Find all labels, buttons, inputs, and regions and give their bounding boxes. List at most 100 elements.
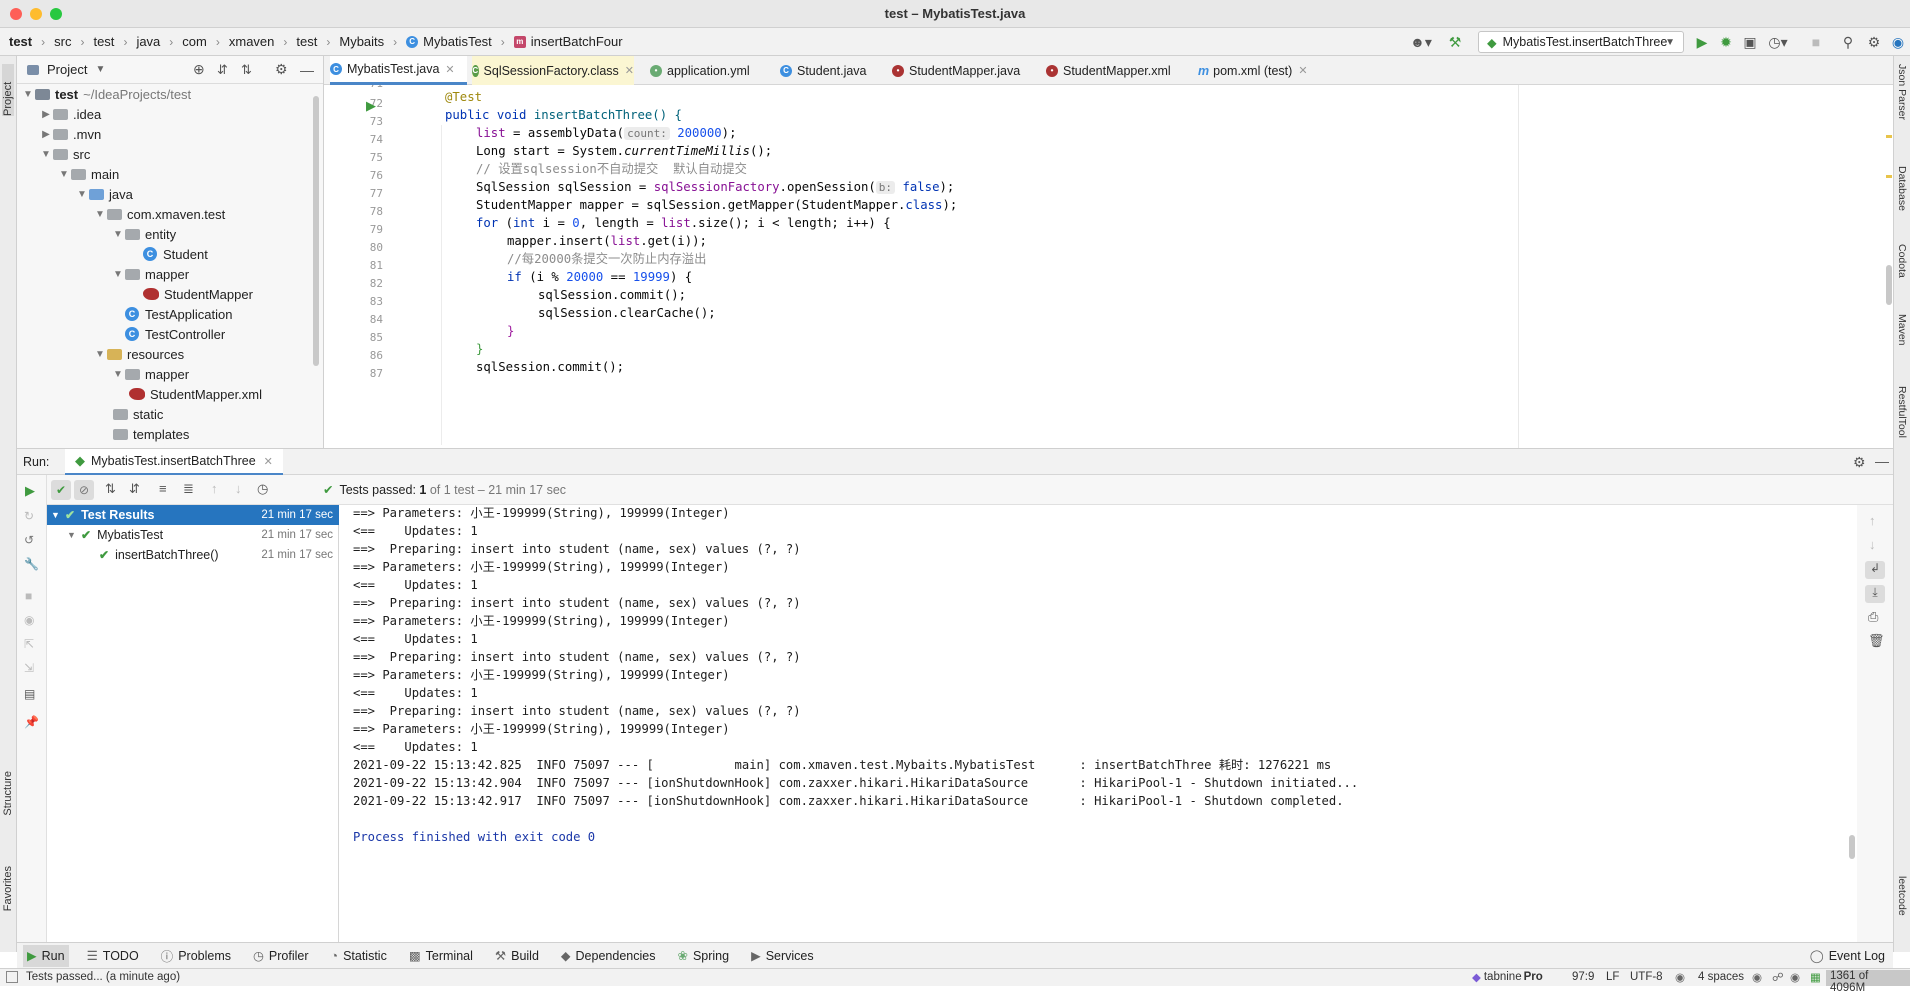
tree-node[interactable]: StudentMapper — [143, 284, 253, 304]
tree-node[interactable]: ▼ mapper — [111, 264, 189, 284]
tab-sqlsessionfactory-class[interactable]: C SqlSessionFactory.class ✕ — [472, 56, 634, 85]
build-hammer-icon[interactable]: ⚒ — [1444, 31, 1466, 53]
inspection-widget[interactable]: ⚠ 5 ✔1 ⌃ ⌄ — [1798, 85, 1884, 87]
tree-node[interactable]: static — [113, 404, 163, 424]
next-failed-icon[interactable]: ↓ — [235, 481, 242, 496]
tab-application-yml[interactable]: • application.yml — [650, 56, 784, 85]
stop-icon[interactable]: ■ — [1806, 31, 1826, 53]
locate-file-icon[interactable]: ⊕ — [193, 61, 205, 78]
breadcrumb-item[interactable]: m insertBatchFour — [513, 34, 623, 49]
indent-setting[interactable]: 4 spaces — [1698, 971, 1744, 983]
plugin-icon[interactable]: ◉ — [1888, 31, 1908, 53]
statistic-tool-tab[interactable]: ◔ Statistic — [327, 945, 391, 967]
code-editor[interactable]: 71 72 73 74 75 76 77 78 79 80 81 82 83 8… — [324, 85, 1893, 448]
profile-icon[interactable]: ◷▾ — [1764, 31, 1792, 53]
collapse-all-icon[interactable]: ⇅ — [241, 62, 252, 78]
debug-icon[interactable]: ✹ — [1716, 31, 1736, 53]
breadcrumb-item[interactable]: Mybaits — [339, 34, 384, 49]
export-icon[interactable]: ⇱ — [24, 637, 34, 651]
import-icon[interactable]: ⇲ — [24, 661, 34, 675]
stop-icon[interactable]: ■ — [25, 589, 32, 603]
line-separator[interactable]: LF — [1606, 971, 1619, 983]
trash-icon[interactable]: 🗑 — [1868, 633, 1885, 649]
settings-gear-icon[interactable]: ⚙ — [1864, 31, 1884, 53]
git-icon[interactable]: ☍ — [1772, 970, 1784, 984]
breadcrumb-item[interactable]: test — [9, 34, 32, 49]
event-log-tool-tab[interactable]: ◯ Event Log — [1806, 945, 1889, 967]
maven-tool-tab[interactable]: Maven — [1896, 314, 1908, 346]
console-scrollbar[interactable] — [1849, 835, 1855, 859]
tab-run-config[interactable]: ◆ MybatisTest.insertBatchThree ✕ — [65, 449, 283, 476]
expand-all-icon[interactable]: ⇵ — [217, 62, 228, 78]
codota-tool-tab[interactable]: Codota — [1896, 244, 1908, 278]
hide-panel-icon[interactable]: — — [1875, 453, 1889, 469]
tab-student-java[interactable]: C Student.java — [780, 56, 890, 85]
soft-wrap-icon[interactable]: ↲ — [1865, 561, 1885, 579]
test-history-icon[interactable]: ◷ — [257, 481, 268, 497]
tree-node[interactable]: StudentMapper.xml — [129, 384, 262, 404]
up-arrow-icon[interactable]: ↑ — [1869, 513, 1876, 528]
tab-pom-xml[interactable]: m pom.xml (test) ✕ — [1198, 56, 1328, 85]
tree-node[interactable]: ▶ .mvn — [39, 124, 101, 144]
run-tool-tab[interactable]: ▶ Run — [23, 944, 69, 967]
run-configuration-select[interactable]: ◆ MybatisTest.insertBatchThree ▼ — [1478, 31, 1684, 53]
pin-icon[interactable]: ◉ — [1790, 970, 1800, 984]
memory-indicator[interactable]: 1361 of 4096M — [1826, 970, 1910, 994]
previous-failed-icon[interactable]: ↑ — [211, 481, 218, 496]
project-view-select[interactable]: Project — [47, 62, 87, 77]
down-arrow-icon[interactable]: ↓ — [1869, 537, 1876, 552]
restful-tool-tab[interactable]: RestfulTool — [1896, 386, 1908, 438]
project-tool-tab[interactable]: Project — [2, 64, 14, 116]
database-tool-tab[interactable]: Database — [1896, 166, 1908, 211]
tree-node[interactable]: ▼ entity — [111, 224, 176, 244]
breadcrumb-item[interactable]: xmaven — [229, 34, 275, 49]
profiler-tool-tab[interactable]: ◷ Profiler — [249, 945, 313, 967]
tree-node[interactable]: C Student — [143, 244, 208, 264]
console-output[interactable]: ==> Parameters: 小王-199999(String), 19999… — [339, 505, 1857, 952]
tree-node[interactable]: ▼ src — [39, 144, 90, 164]
tree-node[interactable]: ▼ resources — [93, 344, 184, 364]
tab-studentmapper-xml[interactable]: • StudentMapper.xml — [1046, 56, 1176, 85]
sort-duration-icon[interactable]: ⇵ — [129, 481, 140, 497]
tree-node[interactable]: C TestController — [125, 324, 225, 344]
breadcrumb-item[interactable]: test — [93, 34, 114, 49]
search-icon[interactable]: ⚲ — [1838, 31, 1858, 53]
wrench-icon[interactable]: 🔧 — [24, 557, 39, 571]
project-tree-scrollbar[interactable] — [313, 96, 319, 366]
tree-node[interactable]: templates — [113, 424, 189, 444]
terminal-tool-tab[interactable]: ▩ Terminal — [405, 945, 477, 967]
leetcode-tool-tab[interactable]: leetcode — [1896, 876, 1908, 916]
tree-node[interactable]: ▼ main — [57, 164, 119, 184]
test-tree-row-results[interactable]: ▼ ✔ Test Results 21 min 17 sec — [47, 505, 339, 525]
lock-icon[interactable]: ◉ — [1752, 970, 1762, 984]
test-tree-row-method[interactable]: ✔ insertBatchThree() 21 min 17 sec — [47, 545, 339, 565]
tree-node[interactable]: ▼ test ~/IdeaProjects/test — [21, 84, 191, 104]
settings-gear-icon[interactable]: ⚙ — [275, 61, 288, 78]
layout-icon[interactable]: ▤ — [24, 687, 35, 701]
breadcrumb-item[interactable]: java — [136, 34, 160, 49]
show-ignored-toggle[interactable]: ⊘ — [74, 480, 94, 500]
breadcrumb-item[interactable]: test — [296, 34, 317, 49]
tab-mybatistest-java[interactable]: C MybatisTest.java ✕ — [330, 56, 467, 85]
tab-studentmapper-java[interactable]: • StudentMapper.java — [892, 56, 1028, 85]
todo-tool-tab[interactable]: ☰ TODO — [83, 945, 143, 967]
rerun-failed-icon[interactable]: ↻ — [24, 509, 34, 523]
eye-icon[interactable]: ◉ — [1675, 970, 1685, 984]
favorites-tool-tab[interactable]: Favorites — [2, 866, 14, 911]
dependencies-tool-tab[interactable]: ◆ Dependencies — [557, 945, 660, 967]
editor-scrollbar[interactable] — [1886, 265, 1892, 305]
test-tree-row-class[interactable]: ▼ ✔ MybatisTest 21 min 17 sec — [47, 525, 339, 545]
run-icon[interactable]: ▶ — [1692, 31, 1712, 53]
print-icon[interactable]: ⎙ — [1868, 609, 1878, 625]
structure-tool-tab[interactable]: Structure — [2, 771, 14, 816]
collapse-all-icon[interactable]: ≣ — [183, 481, 194, 497]
scroll-to-end-icon[interactable]: ⤓ — [1865, 585, 1885, 603]
build-tool-tab[interactable]: ⚒ Build — [491, 945, 543, 967]
tree-node[interactable]: ▼ mapper — [111, 364, 189, 384]
settings-gear-icon[interactable]: ⚙ — [1853, 454, 1866, 471]
show-passed-toggle[interactable]: ✔ — [51, 480, 71, 500]
tabnine-widget[interactable]: ◆ tabnine Pro — [1472, 970, 1543, 984]
coverage-icon[interactable]: ▣ — [1740, 31, 1760, 53]
toggle-auto-test-icon[interactable]: ↺ — [24, 533, 34, 547]
breadcrumb-item[interactable]: com — [182, 34, 207, 49]
